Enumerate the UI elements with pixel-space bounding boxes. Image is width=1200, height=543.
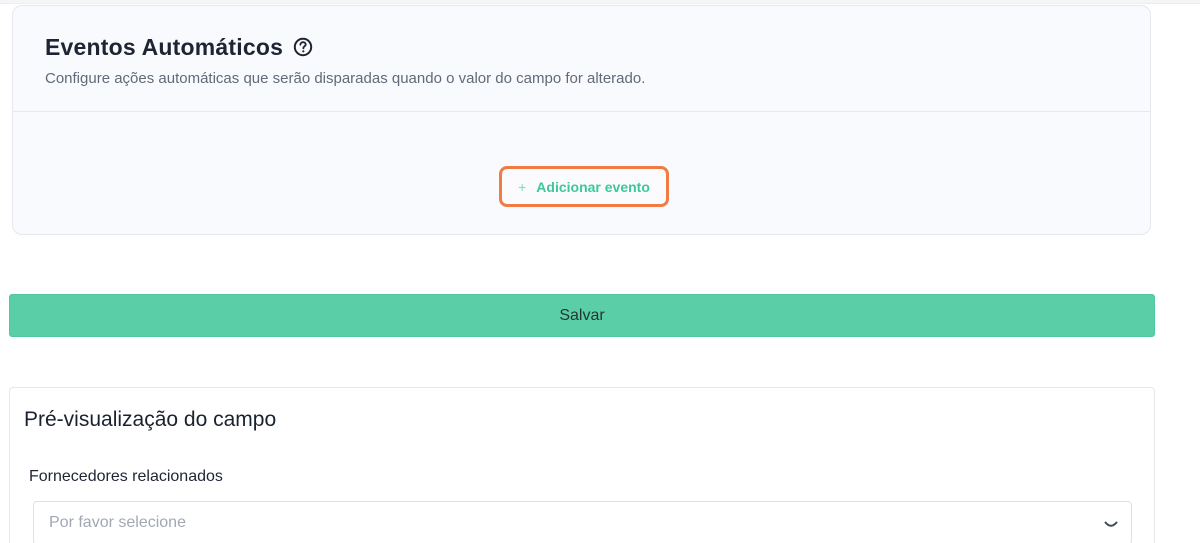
add-event-button[interactable]: + Adicionar evento — [499, 166, 669, 207]
automatic-events-body: + Adicionar evento — [13, 112, 1150, 234]
chevron-down-icon — [1103, 516, 1119, 532]
question-circle-icon[interactable] — [293, 37, 313, 57]
automatic-events-title-row: Eventos Automáticos — [45, 32, 1150, 62]
automatic-events-card: Eventos Automáticos Configure ações auto… — [12, 5, 1151, 235]
automatic-events-title: Eventos Automáticos — [45, 33, 284, 60]
automatic-events-description: Configure ações automáticas que serão di… — [45, 70, 646, 87]
related-suppliers-select[interactable]: Por favor selecione — [33, 501, 1132, 543]
plus-icon: + — [518, 178, 527, 195]
top-divider — [0, 0, 1200, 4]
field-preview-title: Pré-visualização do campo — [24, 408, 277, 431]
save-button[interactable]: Salvar — [9, 294, 1155, 337]
select-placeholder: Por favor selecione — [49, 514, 186, 531]
field-preview-card: Pré-visualização do campo Fornecedores r… — [9, 387, 1155, 543]
automatic-events-header: Eventos Automáticos Configure ações auto… — [13, 6, 1150, 112]
page: Eventos Automáticos Configure ações auto… — [0, 0, 1200, 543]
related-suppliers-label: Fornecedores relacionados — [29, 468, 223, 485]
add-event-label: Adicionar evento — [536, 178, 650, 195]
